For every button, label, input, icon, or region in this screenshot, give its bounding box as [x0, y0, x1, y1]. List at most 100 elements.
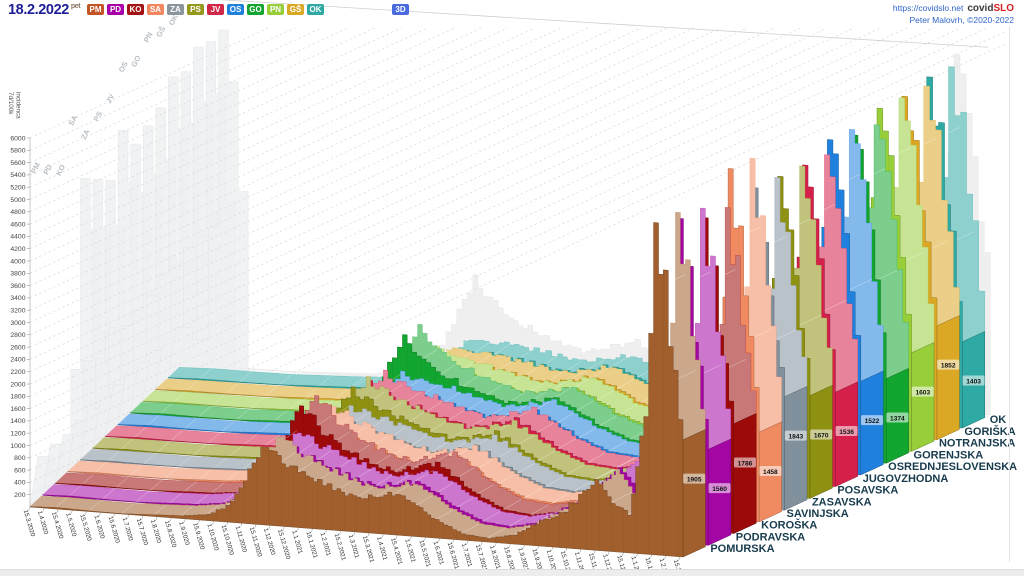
svg-text:15.2.2021: 15.2.2021: [333, 533, 347, 562]
svg-text:15.7.2020: 15.7.2020: [135, 518, 149, 547]
author-credit: Peter Malovrh, ©2020-2022: [893, 15, 1014, 26]
svg-text:400: 400: [14, 480, 26, 487]
site-link[interactable]: https://covidslo.net: [893, 3, 963, 13]
svg-text:4000: 4000: [10, 258, 25, 265]
region-button-pn[interactable]: PN: [267, 4, 284, 15]
svg-text:1.4.2020: 1.4.2020: [36, 510, 50, 536]
wall-label-pd: PD: [41, 162, 54, 176]
region-label-notranjska: NOTRANJSKA: [939, 438, 1015, 450]
svg-text:1200: 1200: [10, 431, 25, 438]
svg-text:1.5.2020: 1.5.2020: [64, 512, 78, 538]
svg-text:4600: 4600: [10, 221, 25, 228]
y-axis-title: incidenca: [15, 92, 22, 119]
svg-text:1.6.2020: 1.6.2020: [92, 514, 106, 540]
region-button-ko[interactable]: KO: [127, 4, 144, 15]
svg-text:3400: 3400: [10, 295, 25, 302]
wall-label-pm: PM: [29, 161, 42, 175]
region-button-ps[interactable]: PS: [187, 4, 204, 15]
svg-text:1603: 1603: [915, 390, 930, 397]
svg-text:1670: 1670: [814, 432, 829, 439]
credits-block: https://covidslo.net covidSLO Peter Malov…: [893, 2, 1014, 26]
region-button-ok[interactable]: OK: [307, 4, 324, 15]
brand-logo: covidSLO: [967, 3, 1014, 14]
region-label-gorenjska: GORENJSKA: [914, 449, 984, 461]
svg-text:15.8.2020: 15.8.2020: [163, 520, 177, 549]
svg-text:15.12.2020: 15.12.2020: [276, 528, 291, 560]
svg-text:1.7.2021: 1.7.2021: [460, 543, 474, 569]
svg-text:1.1.2021: 1.1.2021: [290, 530, 304, 556]
svg-text:15.4.2020: 15.4.2020: [50, 511, 64, 540]
svg-text:2000: 2000: [10, 381, 25, 388]
mode-3d-button[interactable]: 3D: [392, 4, 409, 15]
svg-text:1.9.2020: 1.9.2020: [177, 521, 191, 547]
svg-text:1600: 1600: [10, 406, 25, 413]
svg-text:1522: 1522: [865, 418, 880, 425]
svg-text:15.3.2020: 15.3.2020: [22, 509, 36, 538]
svg-text:5800: 5800: [10, 148, 25, 155]
wall-label-ko: KO: [54, 163, 67, 177]
weekday-label: pet: [71, 3, 80, 10]
svg-text:1.4.2021: 1.4.2021: [375, 536, 389, 562]
date-text: 18.2.2022: [8, 2, 69, 18]
svg-text:200: 200: [14, 492, 26, 499]
svg-text:15.5.2021: 15.5.2021: [417, 539, 431, 568]
svg-text:15.6.2020: 15.6.2020: [107, 515, 121, 544]
svg-text:1.7.2020: 1.7.2020: [121, 517, 135, 543]
svg-text:1.5.2021: 1.5.2021: [403, 538, 417, 564]
region-button-za[interactable]: ZA: [167, 4, 184, 15]
svg-text:1.12.2020: 1.12.2020: [262, 527, 276, 556]
svg-text:3200: 3200: [10, 308, 25, 315]
svg-text:1843: 1843: [788, 434, 803, 441]
svg-text:4200: 4200: [10, 246, 25, 253]
svg-text:1.2.2021: 1.2.2021: [319, 532, 333, 558]
wall-label-ps: PS: [92, 110, 105, 123]
svg-text:1.8.2020: 1.8.2020: [149, 519, 163, 545]
current-date[interactable]: 18.2.2022pet: [8, 2, 80, 18]
svg-text:2600: 2600: [10, 344, 25, 351]
region-button-gs[interactable]: GŠ: [287, 4, 304, 15]
svg-text:15.10.2020: 15.10.2020: [220, 524, 235, 556]
svg-text:3000: 3000: [10, 320, 25, 327]
region-label-savinjska: SAVINJSKA: [787, 508, 849, 520]
svg-text:3800: 3800: [10, 271, 25, 278]
region-button-pm[interactable]: PM: [87, 4, 104, 15]
svg-text:15.3.2021: 15.3.2021: [361, 535, 375, 564]
svg-text:2400: 2400: [10, 357, 25, 364]
bottom-scroll-strip[interactable]: [0, 569, 1024, 576]
svg-text:5600: 5600: [10, 160, 25, 167]
svg-text:1536: 1536: [839, 429, 854, 436]
region-label-pomurska: POMURSKA: [710, 543, 774, 555]
region-button-jv[interactable]: JV: [207, 4, 224, 15]
y-axis: 2004006008001000120014001600180020002200…: [7, 92, 30, 507]
svg-text:1000: 1000: [10, 443, 25, 450]
region-button-os[interactable]: OS: [227, 4, 244, 15]
svg-text:1905: 1905: [687, 477, 702, 484]
svg-text:1.10.2020: 1.10.2020: [205, 523, 219, 552]
svg-text:15.9.2020: 15.9.2020: [191, 522, 205, 551]
wall-label-os: OS: [117, 60, 130, 74]
y-axis-title: 7d/100k: [7, 92, 14, 115]
region-label-ok: OK: [990, 414, 1007, 426]
svg-text:800: 800: [14, 455, 26, 462]
wall-label-pn: PN: [142, 31, 155, 44]
3d-incidence-chart: PMPDKOSAZAPSJVOSGOPNGŠOK2004006008001000…: [0, 0, 1024, 576]
svg-text:15.1.2021: 15.1.2021: [304, 531, 318, 560]
region-button-go[interactable]: GO: [247, 4, 264, 15]
svg-text:6000: 6000: [10, 135, 25, 142]
svg-text:15.6.2021: 15.6.2021: [446, 541, 460, 570]
region-button-pd[interactable]: PD: [107, 4, 124, 15]
region-button-sa[interactable]: SA: [147, 4, 164, 15]
svg-text:600: 600: [14, 467, 26, 474]
svg-text:1.8.2021: 1.8.2021: [488, 545, 502, 571]
svg-text:1560: 1560: [712, 486, 727, 493]
svg-text:15.4.2021: 15.4.2021: [389, 537, 403, 566]
svg-text:1.11.2020: 1.11.2020: [234, 525, 248, 553]
wall-label-gs: GŠ: [154, 25, 167, 39]
chart-right-border: [1009, 26, 1010, 562]
svg-text:1458: 1458: [763, 469, 778, 476]
region-label-osrednjeslovenska: OSREDNJESLOVENSKA: [888, 461, 1017, 473]
svg-text:15.11.2020: 15.11.2020: [248, 526, 263, 558]
svg-text:1403: 1403: [966, 379, 981, 386]
svg-text:5000: 5000: [10, 197, 25, 204]
svg-text:3600: 3600: [10, 283, 25, 290]
